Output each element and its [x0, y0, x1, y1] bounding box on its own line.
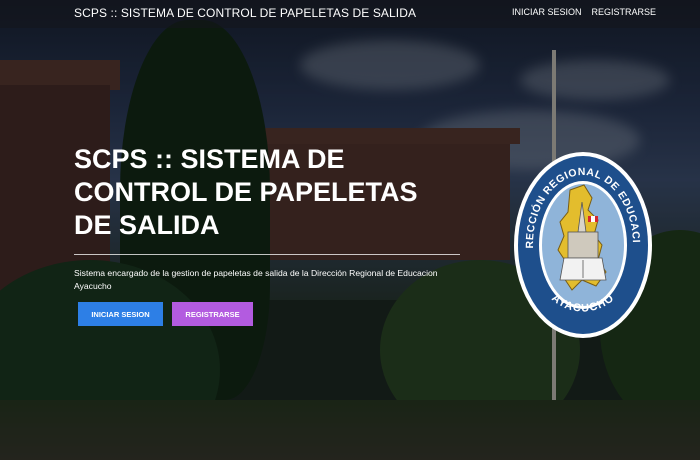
hero-description: Sistema encargado de la gestion de papel… [74, 268, 438, 291]
page-title-line-1: SCPS :: SISTEMA DE [74, 144, 345, 174]
page-title-line-3: DE SALIDA [74, 210, 220, 240]
dre-ayacucho-seal-logo: DIRECCIÓN REGIONAL DE EDUCACIÓN AYACUCHO [512, 150, 652, 338]
title-divider [74, 254, 460, 255]
nav-login-link[interactable]: INICIAR SESION [512, 7, 582, 17]
top-navbar: SCPS :: SISTEMA DE CONTROL DE PAPELETAS … [0, 0, 700, 28]
nav-register-link[interactable]: REGISTRARSE [591, 7, 656, 17]
register-button[interactable]: REGISTRARSE [172, 302, 253, 326]
navbar-links: INICIAR SESION REGISTRARSE [512, 7, 656, 17]
page-title: SCPS :: SISTEMA DE CONTROL DE PAPELETAS … [74, 143, 464, 242]
navbar-brand[interactable]: SCPS :: SISTEMA DE CONTROL DE PAPELETAS … [74, 6, 416, 20]
login-button[interactable]: INICIAR SESION [78, 302, 163, 326]
page-title-line-2: CONTROL DE PAPELETAS [74, 177, 418, 207]
